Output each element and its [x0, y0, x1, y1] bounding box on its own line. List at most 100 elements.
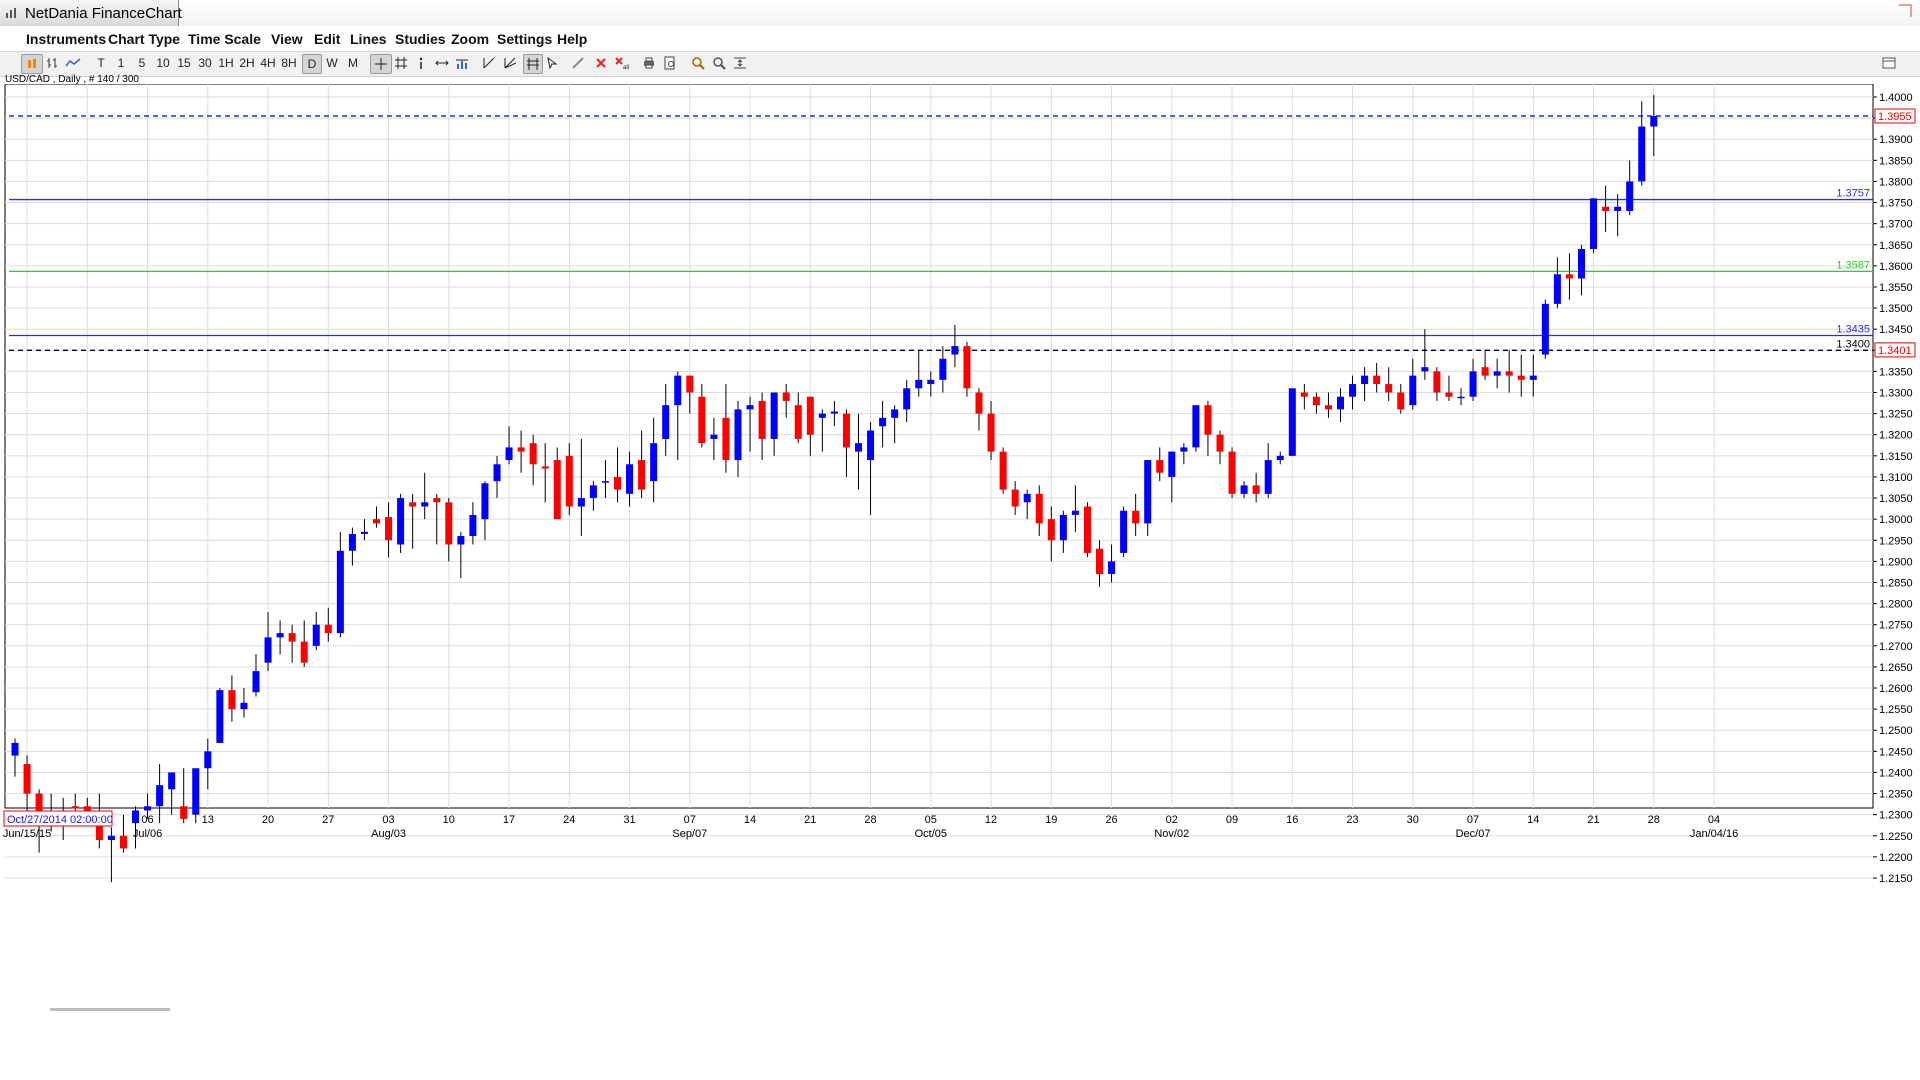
candle-down	[975, 392, 983, 414]
menu-chart-type[interactable]: Chart Type	[108, 31, 180, 47]
candle-down	[119, 835, 127, 849]
crosshair-icon[interactable]	[370, 54, 392, 74]
grid-icon[interactable]	[393, 54, 409, 72]
cursor-date-label: Oct/27/2014 02:00:00	[7, 814, 113, 826]
fan-icon[interactable]	[502, 54, 518, 72]
menu-studies[interactable]: Studies	[395, 31, 446, 47]
period-4h[interactable]: 4H	[259, 54, 277, 72]
x-tick-sublabel: Jul/06	[133, 828, 162, 840]
menu-time-scale[interactable]: Time Scale	[188, 31, 261, 47]
volume-icon[interactable]	[454, 54, 472, 72]
x-tick-sublabel: Jan/04/16	[1690, 828, 1738, 840]
candle-up	[336, 550, 344, 634]
candle-up	[1337, 396, 1344, 410]
candle-up	[348, 533, 356, 551]
candle-down	[698, 396, 706, 444]
candle-up	[156, 785, 164, 807]
horizontal-scrollbar[interactable]	[50, 1008, 170, 1011]
x-tick-label: 02	[1166, 814, 1178, 826]
x-tick-label: 31	[623, 814, 635, 826]
candle-up	[421, 502, 429, 507]
cursor-icon[interactable]	[545, 54, 559, 72]
candle-up	[867, 430, 875, 461]
period-m[interactable]: M	[345, 54, 361, 72]
fit-icon[interactable]	[732, 54, 748, 72]
candlestick-chart[interactable]: 1.2150 1.2200 1.2250 1.2300 1.2350 1.2400 1.24…	[0, 83, 1920, 1004]
period-30[interactable]: 30	[196, 54, 214, 72]
candle-down	[686, 375, 694, 393]
candle-down	[1132, 510, 1140, 524]
x-tick-label: 23	[1346, 814, 1358, 826]
chart-area[interactable]: 1.2150 1.2200 1.2250 1.2300 1.2350 1.2400 1.24…	[0, 83, 1920, 1004]
candle-up	[1553, 274, 1561, 304]
arrows-icon[interactable]	[434, 54, 450, 72]
y-tick-label: 1.3000	[1879, 514, 1913, 526]
x-tick-label: 03	[382, 814, 394, 826]
candle-up	[397, 498, 405, 545]
period-d[interactable]: D	[302, 54, 322, 74]
y-tick-label: 1.2850	[1879, 577, 1913, 589]
candle-up	[1409, 375, 1417, 406]
candle-icon[interactable]	[21, 54, 43, 74]
candle-up	[457, 536, 465, 545]
period-8h[interactable]: 8H	[280, 54, 298, 72]
menu-help[interactable]: Help	[557, 31, 587, 47]
period-w[interactable]: W	[324, 54, 340, 72]
info-icon[interactable]	[415, 54, 427, 72]
candle-down	[1505, 371, 1513, 376]
zoom-in-icon[interactable]	[690, 54, 706, 72]
candle-up	[312, 624, 320, 646]
menu-lines[interactable]: Lines	[350, 31, 387, 47]
period-2h[interactable]: 2H	[238, 54, 256, 72]
bar-icon[interactable]	[44, 54, 60, 72]
menu-settings[interactable]: Settings	[497, 31, 552, 47]
candle-down	[71, 806, 79, 809]
candle-down	[1565, 274, 1573, 279]
y-tick-label: 1.2450	[1879, 746, 1913, 758]
y-tick-label: 1.3550	[1879, 282, 1913, 294]
x-tick-sublabel: Jun/15/15	[3, 828, 51, 840]
period-1[interactable]: 1	[114, 54, 128, 72]
delete-all-icon[interactable]: all	[613, 54, 631, 72]
menu-zoom[interactable]: Zoom	[451, 31, 489, 47]
pencil-icon[interactable]	[570, 54, 586, 72]
menu-edit[interactable]: Edit	[314, 31, 340, 47]
menu-instruments[interactable]: Instruments	[26, 31, 106, 47]
y-tick-label: 1.3350	[1879, 366, 1913, 378]
candle-up	[1192, 405, 1200, 448]
period-15[interactable]: 15	[175, 54, 193, 72]
candle-up	[1361, 375, 1369, 385]
print-icon[interactable]	[641, 54, 657, 72]
period-10[interactable]: 10	[154, 54, 172, 72]
window-icon[interactable]	[1880, 54, 1898, 72]
line-chart-icon[interactable]	[64, 54, 82, 72]
app-tab[interactable]: NetDania FinanceChart	[0, 0, 182, 27]
y-tick-label: 1.2900	[1879, 556, 1913, 568]
menu-view[interactable]: View	[271, 31, 303, 47]
candle-up	[1264, 460, 1272, 494]
horizontal-line-label: 1.3587	[1836, 259, 1870, 271]
candle-up	[216, 690, 224, 743]
candle-up	[710, 434, 718, 439]
period-5[interactable]: 5	[135, 54, 149, 72]
candle-down	[1373, 375, 1381, 385]
period-t[interactable]: T	[94, 54, 108, 72]
y-tick-label: 1.3900	[1879, 134, 1913, 146]
x-tick-label: 07	[684, 814, 696, 826]
preview-icon[interactable]	[662, 54, 678, 72]
candle-down	[1517, 375, 1525, 380]
y-tick-label: 1.3800	[1879, 176, 1913, 188]
zoom-out-icon[interactable]	[711, 54, 727, 72]
x-tick-label: 09	[1226, 814, 1238, 826]
fibonacci-icon[interactable]	[523, 54, 543, 74]
candle-down	[963, 346, 971, 389]
candle-up	[915, 379, 923, 389]
candle-up	[276, 633, 284, 638]
delete-icon[interactable]	[593, 54, 609, 72]
candle-up	[1626, 181, 1634, 211]
period-1h[interactable]: 1H	[217, 54, 235, 72]
candle-up	[1493, 371, 1501, 376]
candle-down	[1035, 493, 1043, 524]
candle-down	[300, 641, 308, 663]
trendline-icon[interactable]	[481, 54, 497, 72]
